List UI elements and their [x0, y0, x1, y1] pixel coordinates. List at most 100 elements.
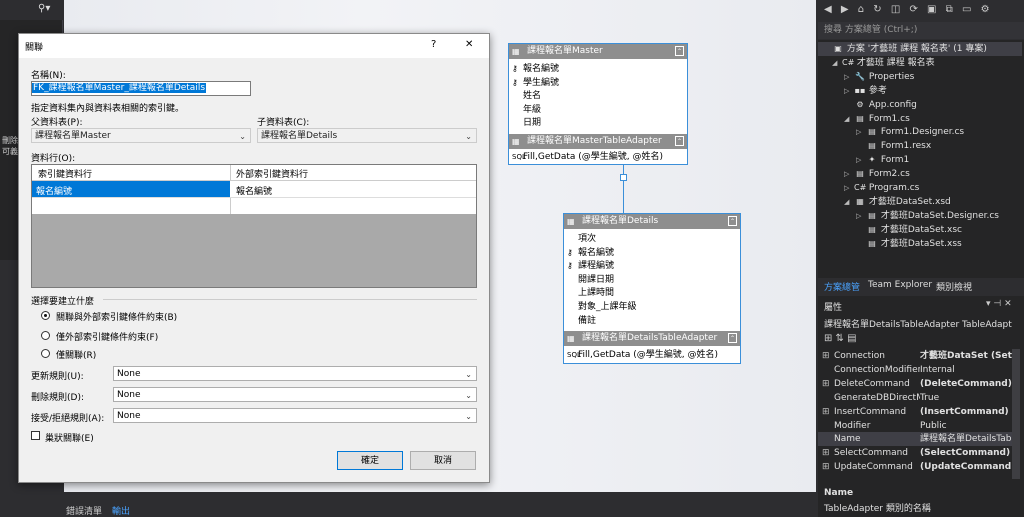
master-adapter-query[interactable]: SQL Fill,GetData (@學生編號, @姓名): [509, 150, 687, 164]
table-field-row[interactable]: ⚷ 學生編號: [509, 76, 687, 90]
expand-icon[interactable]: ⊞: [822, 349, 830, 363]
property-row[interactable]: ConnectionModifier Internal: [818, 363, 1018, 377]
solution-tree-item[interactable]: ▷ 🔧 Properties: [844, 70, 914, 84]
solution-tree-item[interactable]: ▤ 才藝班DataSet.xss: [856, 237, 962, 251]
expand-icon[interactable]: ▷: [844, 84, 854, 98]
nested-relation-label[interactable]: 巢狀關聯(E): [45, 431, 94, 444]
solution-tree-item[interactable]: ▷ ▤ 才藝班DataSet.Designer.cs: [856, 209, 999, 223]
collapse-icon[interactable]: ⌃: [728, 333, 737, 343]
name-input[interactable]: FK_課程報名單Master_課程報名單Details: [31, 81, 251, 96]
solution-tree-item[interactable]: ▷ ▤ Form1.Designer.cs: [856, 125, 964, 139]
table-field-row[interactable]: 日期: [509, 116, 687, 130]
child-table-select[interactable]: 課程報名單Details ⌄: [257, 128, 477, 143]
foreign-key-column-cell[interactable]: 報名編號: [236, 184, 272, 197]
parent-table-select[interactable]: 課程報名單Master ⌄: [31, 128, 251, 143]
expand-icon[interactable]: ▷: [856, 125, 866, 139]
relation-key-icon[interactable]: [620, 174, 627, 181]
property-scrollbar[interactable]: [1012, 349, 1020, 479]
close-button[interactable]: ✕: [465, 39, 473, 50]
table-row[interactable]: 報名編號 報名編號: [32, 181, 476, 197]
property-value[interactable]: Internal: [920, 363, 1016, 377]
table-field-row[interactable]: ⚷ 報名編號: [509, 62, 687, 76]
table-row-empty[interactable]: [32, 197, 476, 214]
key-column-cell[interactable]: 報名編號: [36, 184, 72, 197]
radio-relation-only-label[interactable]: 僅關聯(R): [56, 348, 96, 361]
table-field-row[interactable]: ⚷ 課程編號: [564, 259, 740, 273]
solution-search-input[interactable]: 搜尋 方案總管 (Ctrl+;): [818, 22, 1024, 39]
details-table[interactable]: ▦ 課程報名單Details ⌃ ▦ 課程報名單DetailsTableAdap…: [563, 213, 741, 364]
tab-class-view[interactable]: 類別檢視: [936, 280, 972, 293]
expand-icon[interactable]: ⊞: [822, 460, 830, 474]
property-row[interactable]: Modifier Public: [818, 419, 1018, 433]
help-button[interactable]: ?: [431, 39, 436, 50]
solution-tree-item[interactable]: ▷ C# Program.cs: [844, 181, 919, 195]
details-adapter-query[interactable]: SQL Fill,GetData (@學生編號, @姓名): [564, 348, 740, 362]
expand-icon[interactable]: ⊞: [822, 446, 830, 460]
expand-icon[interactable]: ◢: [832, 56, 842, 70]
solution-tree-item[interactable]: ◢ C# 才藝班 課程 報名表: [832, 56, 935, 70]
property-row[interactable]: ⊞ SelectCommand (SelectCommand): [818, 446, 1018, 460]
relation-line[interactable]: [623, 165, 624, 213]
property-row[interactable]: ⊞ InsertCommand (InsertCommand): [818, 405, 1018, 419]
tab-output[interactable]: 輸出: [112, 504, 130, 517]
property-value[interactable]: (UpdateCommand): [920, 460, 1016, 474]
expand-icon[interactable]: ▷: [844, 167, 854, 181]
solution-tree-item[interactable]: ▤ 才藝班DataSet.xsc: [856, 223, 962, 237]
property-value[interactable]: (SelectCommand): [920, 446, 1016, 460]
property-row[interactable]: Name 課程報名單DetailsTab: [818, 432, 1018, 447]
property-row[interactable]: ⊞ Connection 才藝班DataSet (Setti: [818, 349, 1018, 363]
expand-icon[interactable]: ▷: [856, 153, 866, 167]
table-field-row[interactable]: 年級: [509, 103, 687, 117]
expand-icon[interactable]: ◢: [844, 195, 854, 209]
table-field-row[interactable]: 上課時間: [564, 286, 740, 300]
collapse-icon[interactable]: ⌃: [675, 136, 684, 146]
cancel-button[interactable]: 取消: [410, 451, 476, 470]
delete-rule-select[interactable]: None ⌄: [113, 387, 477, 402]
solution-tree-item[interactable]: ▷ ▪▪ 參考: [844, 84, 887, 98]
columns-grid[interactable]: 索引鍵資料行 外部索引鍵資料行 報名編號 報名編號: [31, 164, 477, 288]
tab-error-list[interactable]: 錯誤清單: [66, 504, 102, 517]
table-field-row[interactable]: 項次: [564, 232, 740, 246]
expand-icon[interactable]: ▷: [844, 70, 854, 84]
property-row[interactable]: ⊞ DeleteCommand (DeleteCommand): [818, 377, 1018, 391]
collapse-icon[interactable]: ⌃: [675, 46, 684, 56]
property-grid[interactable]: ⊞ Connection 才藝班DataSet (Setti ConnectionMo…: [818, 349, 1024, 479]
master-table[interactable]: ▦ 課程報名單Master ⌃ ▦ 課程報名單MasterTableAdapte…: [508, 43, 688, 165]
property-row[interactable]: GenerateDBDirectM True: [818, 391, 1018, 405]
tab-solution-explorer[interactable]: 方案總管: [824, 280, 860, 293]
accept-reject-rule-select[interactable]: None ⌄: [113, 408, 477, 423]
tab-team-explorer[interactable]: Team Explorer: [868, 280, 932, 290]
radio-relation-and-fk-label[interactable]: 關聯與外部索引鍵條件約束(B): [56, 310, 177, 323]
details-adapter-header[interactable]: ▦ 課程報名單DetailsTableAdapter ⌃: [564, 331, 740, 346]
master-adapter-header[interactable]: ▦ 課程報名單MasterTableAdapter ⌃: [509, 134, 687, 149]
solution-tree-item[interactable]: ▷ ✦ Form1: [856, 153, 909, 167]
sort-icons[interactable]: ⊞ ⇅ ▤: [824, 333, 857, 344]
radio-fk-only-label[interactable]: 僅外部索引鍵條件約束(F): [56, 330, 158, 343]
expand-icon[interactable]: ▷: [856, 209, 866, 223]
table-field-row[interactable]: 開課日期: [564, 273, 740, 287]
expand-icon[interactable]: ◢: [844, 112, 854, 126]
solution-tree-item[interactable]: ◢ ▦ 才藝班DataSet.xsd: [844, 195, 951, 209]
pin-icon[interactable]: ▾ ⊣ ✕: [986, 299, 1012, 309]
property-value[interactable]: (InsertCommand): [920, 405, 1016, 419]
solution-tree[interactable]: ▣ 方案 '才藝班 課程 報名表' (1 專案) ◢ C# 才藝班 課程 報名表 ▷ 🔧…: [818, 40, 1024, 278]
expand-icon[interactable]: ⊞: [822, 377, 830, 391]
expand-icon[interactable]: ⊞: [822, 405, 830, 419]
solution-tree-item[interactable]: ▣ 方案 '才藝班 課程 報名表' (1 專案): [818, 42, 1022, 56]
solution-tree-item[interactable]: ▷ ▤ Form2.cs: [844, 167, 910, 181]
search-icon[interactable]: ⚲▾: [38, 3, 50, 14]
solution-tree-item[interactable]: ⚙ App.config: [844, 98, 916, 112]
property-value[interactable]: Public: [920, 419, 1016, 433]
update-rule-select[interactable]: None ⌄: [113, 366, 477, 381]
details-table-header[interactable]: ▦ 課程報名單Details ⌃: [564, 214, 740, 229]
solution-tree-item[interactable]: ▤ Form1.resx: [856, 139, 931, 153]
property-value[interactable]: 課程報名單DetailsTab: [920, 432, 1016, 446]
master-table-header[interactable]: ▦ 課程報名單Master ⌃: [509, 44, 687, 59]
collapse-icon[interactable]: ⌃: [728, 216, 737, 226]
property-value[interactable]: True: [920, 391, 1016, 405]
ok-button[interactable]: 確定: [337, 451, 403, 470]
toolbar-icons[interactable]: ◀ ▶ ⌂ ↻ ◫ ⟳ ▣ ⧉ ▭ ⚙: [824, 4, 993, 15]
properties-object-select[interactable]: 課程報名單DetailsTableAdapter TableAdapt: [824, 317, 1022, 330]
radio-fk-only[interactable]: [41, 331, 50, 340]
property-value[interactable]: 才藝班DataSet (Setti: [920, 349, 1016, 363]
